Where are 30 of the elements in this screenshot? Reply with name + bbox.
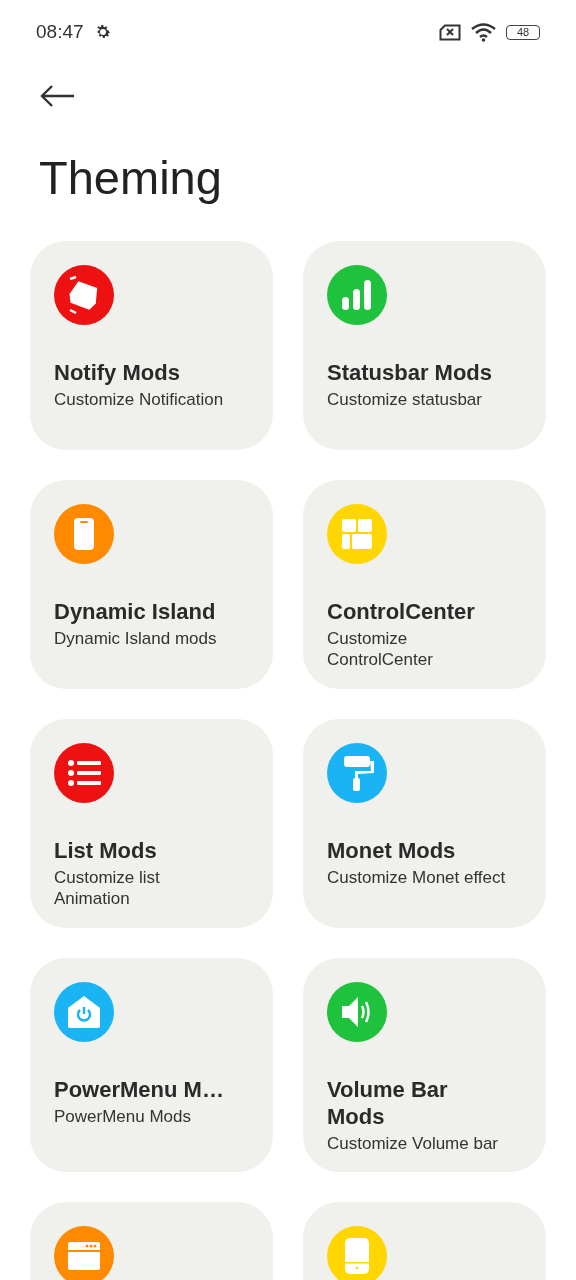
tile-description: Dynamic Island mods [54,628,218,649]
settings-tile[interactable]: List Mods Customize list Animation [30,719,273,928]
tile-title: Statusbar Mods [327,359,494,386]
back-arrow-icon[interactable] [40,84,75,108]
tile-description: Customize Volume bar [327,1133,500,1154]
settings-tile[interactable]: Dynamic Island Dynamic Island mods [30,480,273,689]
tile-description: Customize statusbar [327,389,483,410]
settings-tile[interactable]: Notify Mods Customize Notification [30,241,273,450]
status-time: 08:47 [36,21,84,43]
tile-description: Customize ControlCenter [327,628,434,670]
tile-title: Monet Mods [327,837,457,864]
tile-description: PowerMenu Mods [54,1106,192,1127]
settings-tile[interactable]: ControlCenter Customize ControlCenter [303,480,546,689]
settings-tile[interactable]: PowerMenu M… PowerMenu Mods [30,958,273,1172]
tile-title: Dynamic Island [54,598,217,625]
settings-tile[interactable]: Statusbar Mods Customize statusbar [303,241,546,450]
tile-description: Customize Monet effect [327,867,507,888]
tile-title: List Mods [54,837,158,864]
tile-description: Customize list Animation [54,867,161,909]
wifi-icon [471,22,496,42]
tile-title: PowerMenu M… [54,1076,225,1103]
tile-title: ControlCenter [327,598,476,625]
tile-description: Customize Notification [54,389,225,410]
settings-tile[interactable]: Volume Bar Mods Customize Volume bar [303,958,546,1172]
battery-indicator: 48 [506,24,540,40]
tile-title: Notify Mods [54,359,181,386]
settings-tile[interactable]: Monet Mods Customize Monet effect [303,719,546,928]
tile-title: Volume Bar Mods [327,1076,449,1130]
page-title: Theming [38,150,223,206]
sim-off-icon [439,23,461,41]
